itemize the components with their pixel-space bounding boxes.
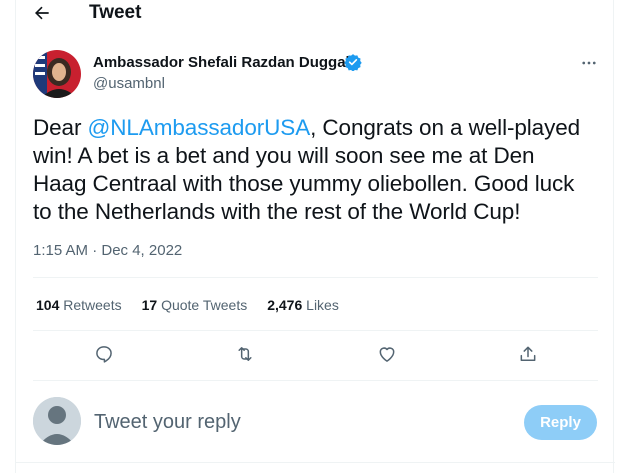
mention-link[interactable]: @NLAmbassadorUSA [88, 115, 311, 140]
retweets-stat[interactable]: 104 Retweets [36, 295, 122, 315]
quote-tweets-count: 17 [141, 297, 158, 313]
page-title: Tweet [89, 2, 142, 23]
reply-icon [96, 346, 112, 363]
divider [33, 330, 598, 331]
divider [33, 277, 598, 278]
verified-badge-icon [344, 54, 362, 71]
likes-label: Likes [306, 297, 339, 313]
author-name[interactable]: Ambassador Shefali Razdan Duggal [93, 53, 350, 72]
arrow-left-icon [35, 6, 49, 20]
share-icon [520, 346, 536, 361]
reply-submit-button[interactable]: Reply [524, 405, 597, 440]
tweet-stats: 104 Retweets 17 Quote Tweets 2,476 Likes [36, 295, 359, 315]
author-avatar[interactable] [33, 50, 81, 98]
like-icon [379, 347, 395, 362]
retweets-label: Retweets [63, 297, 122, 313]
tweet-line-3: Haag Centraal with those yummy oliebolle… [33, 171, 575, 196]
reply-input[interactable] [94, 408, 454, 436]
author-handle[interactable]: @usambnl [93, 74, 165, 93]
tweet-text-prefix: Dear [33, 115, 88, 140]
likes-count: 2,476 [267, 297, 303, 313]
tweet-text-suffix: , Congrats on a well-played [310, 115, 581, 140]
retweets-count: 104 [36, 297, 60, 313]
tweet-text: Dear @NLAmbassadorUSA, Congrats on a wel… [33, 114, 608, 226]
back-button[interactable] [30, 1, 54, 25]
tweet-column: Tweet Ambassador Shefali Razdan Duggal @… [15, 0, 615, 473]
quote-tweets-stat[interactable]: 17 Quote Tweets [142, 295, 248, 315]
share-button[interactable] [516, 342, 540, 366]
tweet-line-1: Dear @NLAmbassadorUSA, Congrats on a wel… [33, 114, 608, 142]
tweet-header: Tweet [16, 0, 615, 26]
reply-button[interactable] [92, 342, 116, 366]
tweet-line-4: to the Netherlands with the rest of the … [33, 199, 521, 224]
retweet-button[interactable] [233, 342, 257, 366]
quote-tweets-label: Quote Tweets [161, 297, 248, 313]
divider [16, 462, 615, 463]
default-avatar-icon [33, 397, 81, 445]
likes-stat[interactable]: 2,476 Likes [267, 295, 339, 315]
divider [33, 380, 598, 381]
more-icon [582, 61, 596, 65]
tweet-timestamp[interactable]: 1:15 AM · Dec 4, 2022 [33, 241, 182, 261]
retweet-icon [238, 347, 252, 361]
tweet-line-2: win! A bet is a bet and you will soon se… [33, 143, 535, 168]
like-button[interactable] [375, 342, 399, 366]
user-avatar [33, 397, 81, 445]
more-options-button[interactable] [576, 51, 602, 75]
